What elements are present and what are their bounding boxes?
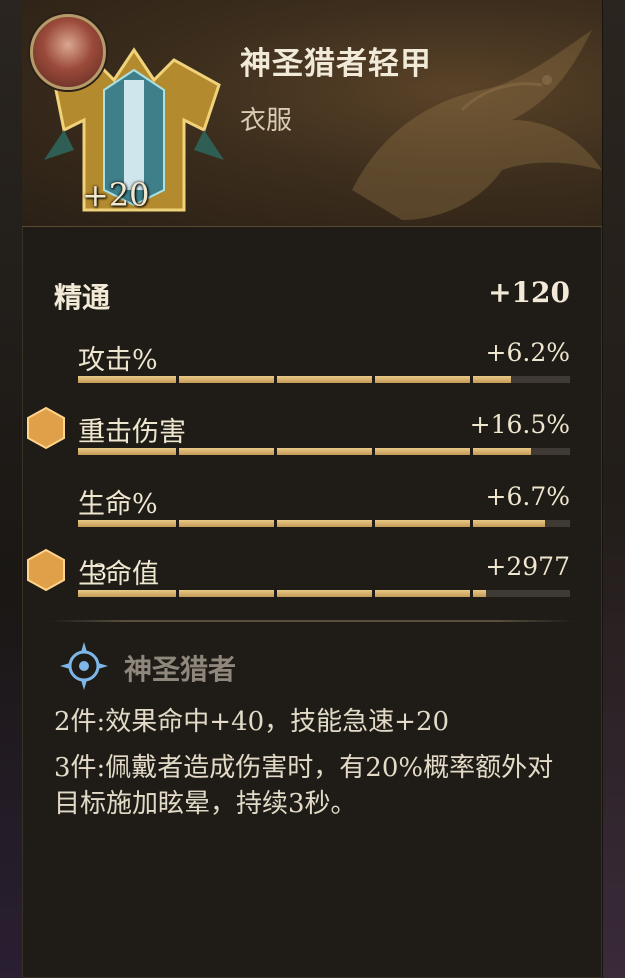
set-effect-2piece: 2件:效果命中+40，技能急速+20: [54, 707, 450, 737]
sub-stat-row: 3 生命值 +2977: [27, 548, 570, 597]
sub-stat-row: 1 重击伤害 +16.5%: [27, 406, 570, 455]
backdrop-left: [0, 0, 22, 978]
sub-stat-bar-fill: [78, 376, 511, 383]
sub-stat-bar-fill: [78, 520, 546, 527]
sub-stat-bar-fill: [78, 590, 487, 597]
character-avatar[interactable]: [30, 14, 106, 90]
sub-stat-value: +6.2%: [485, 338, 570, 367]
sub-stat-row: 生命% +6.7%: [78, 482, 570, 527]
main-stat-label: 精通: [54, 281, 111, 314]
item-name: 神圣猎者轻甲: [240, 46, 432, 82]
sub-stat-bar: [78, 520, 570, 527]
item-header: +20 神圣猎者轻甲 衣服: [22, 0, 602, 227]
sub-stat-bar: [78, 448, 570, 455]
sub-stat-bar: [78, 376, 570, 383]
set-effects-list: 2件:效果命中+40，技能急速+20 3件:佩戴者造成伤害时，有20%概率额外对…: [54, 704, 574, 832]
crosshair-set-icon: [60, 642, 108, 690]
main-stat-value: +120: [488, 276, 570, 309]
sub-stat-label: 生命值: [78, 559, 159, 590]
roll-count-badge-icon: [27, 548, 65, 592]
section-divider: [50, 620, 574, 622]
sub-stat-bar-fill: [78, 448, 531, 455]
sub-stat-value: +6.7%: [485, 482, 570, 511]
backdrop-right: [603, 0, 625, 978]
roll-count-badge-icon: [27, 406, 65, 450]
sub-stat-value: +16.5%: [469, 410, 570, 439]
set-name: 神圣猎者: [124, 653, 237, 686]
sub-stat-row: 攻击% +6.2%: [78, 338, 570, 383]
sub-stat-label: 生命%: [78, 489, 158, 520]
set-bonus-header: 神圣猎者: [58, 640, 578, 690]
item-tooltip-panel: +20 神圣猎者轻甲 衣服 精通 +120 攻击% +6.2% 1 重击伤害 +…: [22, 0, 602, 978]
item-type: 衣服: [240, 106, 293, 136]
sub-stat-label: 攻击%: [78, 345, 158, 376]
sub-stat-label: 重击伤害: [78, 417, 186, 448]
set-effect-3piece: 3件:佩戴者造成伤害时，有20%概率额外对目标施加眩晕，持续3秒。: [54, 753, 554, 819]
sub-stat-value: +2977: [485, 552, 570, 581]
sub-stat-bar: [78, 590, 570, 597]
enhance-level: +20: [82, 176, 150, 214]
main-stat-row: 精通 +120: [54, 276, 570, 316]
